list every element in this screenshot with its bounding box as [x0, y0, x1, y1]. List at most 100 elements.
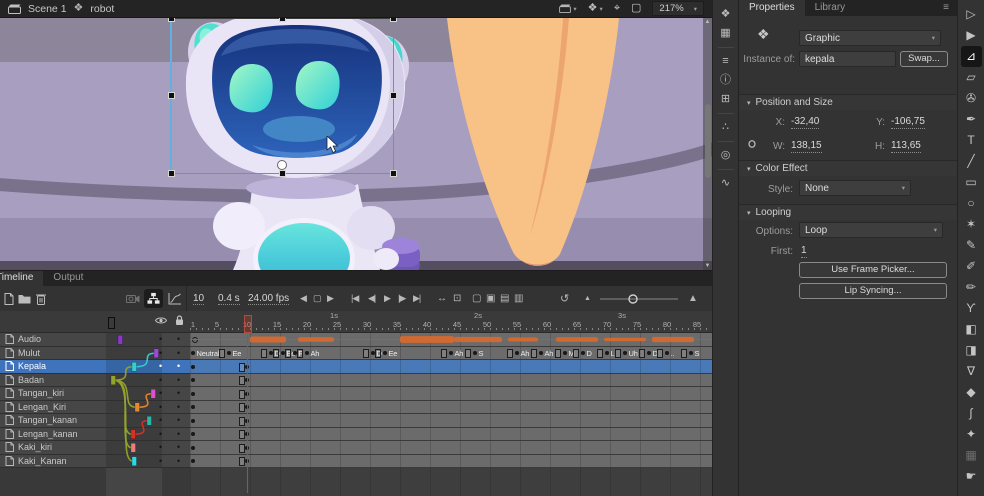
- symbol-behavior-select[interactable]: Graphic▾: [799, 30, 941, 46]
- loop-options-select[interactable]: Loop▾: [799, 222, 943, 238]
- delete-layer-icon[interactable]: [36, 286, 46, 311]
- layer-row-Lengan_Kiri[interactable]: Lengan_Kiri••: [0, 401, 190, 415]
- x-value[interactable]: -32,40: [791, 116, 819, 129]
- go-last-frame-icon[interactable]: ▶|: [413, 286, 420, 311]
- selection-handle[interactable]: [169, 93, 174, 98]
- pencil-tool[interactable]: ✎: [961, 235, 982, 256]
- instance-name-field[interactable]: kepala: [799, 51, 896, 67]
- phoneme-keyframe[interactable]: [191, 351, 195, 355]
- phoneme-keyframe[interactable]: [473, 351, 477, 355]
- layer-lock-dot[interactable]: •: [177, 361, 180, 371]
- scene-name[interactable]: Scene 1: [28, 3, 67, 15]
- phoneme-end-frame[interactable]: [273, 349, 279, 358]
- gradient-transform-tool[interactable]: ▱: [961, 67, 982, 88]
- section-looping[interactable]: ▾Looping: [739, 204, 958, 220]
- zoom-control[interactable]: 217%▾: [652, 1, 704, 16]
- clip-content-icon[interactable]: ▢: [631, 3, 641, 14]
- style-select[interactable]: None▾: [799, 180, 911, 196]
- tab-library[interactable]: Library: [805, 0, 856, 16]
- layer-visibility-dot[interactable]: •: [159, 348, 162, 358]
- phoneme-keyframe[interactable]: [227, 351, 231, 355]
- ink-bottle-tool[interactable]: ◨: [961, 340, 982, 361]
- center-playhead-icon[interactable]: ↔: [437, 286, 447, 311]
- new-folder-icon[interactable]: [18, 286, 31, 311]
- phoneme-end-frame[interactable]: [297, 349, 303, 358]
- step-forward-icon[interactable]: ▶: [327, 286, 334, 311]
- layer-row-Kaki_kiri[interactable]: Kaki_kiri••: [0, 441, 190, 455]
- phoneme-keyframe[interactable]: [563, 351, 567, 355]
- keyframe[interactable]: [191, 419, 195, 423]
- camera-icon[interactable]: [126, 286, 140, 311]
- prev-keyframe-icon[interactable]: ◀|: [368, 286, 375, 311]
- hand-tool[interactable]: ☛: [961, 466, 982, 487]
- phoneme-keyframe[interactable]: [689, 351, 693, 355]
- onion-outline-icon[interactable]: ▣: [486, 286, 495, 311]
- selection-handle[interactable]: [280, 18, 285, 21]
- zoom-out-icon[interactable]: ▲: [584, 286, 591, 311]
- next-keyframe-icon[interactable]: |▶: [398, 286, 405, 311]
- info-icon[interactable]: ⓘ: [714, 71, 738, 90]
- phoneme-keyframe[interactable]: [515, 351, 519, 355]
- layer-row-Tangan_kiri[interactable]: Tangan_kiri••: [0, 387, 190, 401]
- modify-markers-icon[interactable]: ▥: [514, 286, 523, 311]
- selection-tool[interactable]: ▷: [961, 4, 982, 25]
- phoneme-keyframe[interactable]: [665, 351, 669, 355]
- swatches-icon[interactable]: ❖: [714, 5, 738, 24]
- eraser-tool[interactable]: ◆: [961, 382, 982, 403]
- selection-handle[interactable]: [391, 171, 396, 176]
- section-color-effect[interactable]: ▾Color Effect: [739, 160, 958, 176]
- new-layer-icon[interactable]: [4, 286, 14, 311]
- phoneme-end-frame[interactable]: [507, 349, 513, 358]
- phoneme-end-frame[interactable]: [219, 349, 225, 358]
- phoneme-keyframe[interactable]: [647, 351, 651, 355]
- layer-lock-dot[interactable]: •: [177, 334, 180, 344]
- use-frame-picker-button[interactable]: Use Frame Picker...: [799, 262, 947, 278]
- section-position-size[interactable]: ▾Position and Size: [739, 94, 958, 110]
- edit-multiple-frames-icon[interactable]: ▤: [500, 286, 509, 311]
- motion-graph-icon[interactable]: ∿: [714, 174, 738, 193]
- frames-row-Lengan_Kiri[interactable]: [190, 401, 712, 415]
- phoneme-end-frame[interactable]: [573, 349, 579, 358]
- timeline-zoom-slider[interactable]: [600, 286, 678, 311]
- reset-zoom-icon[interactable]: ↺: [560, 286, 569, 311]
- phoneme-keyframe[interactable]: [305, 351, 309, 355]
- keyframe[interactable]: [191, 378, 195, 382]
- frames-row-Kepala[interactable]: [190, 360, 712, 374]
- oval-tool[interactable]: ○: [961, 193, 982, 214]
- selection-handle[interactable]: [391, 93, 396, 98]
- selection-handle[interactable]: [391, 18, 396, 21]
- edit-symbols-icon[interactable]: ❖▾: [588, 3, 603, 14]
- parenting-view-icon[interactable]: [144, 289, 163, 308]
- current-frame[interactable]: 10: [193, 292, 204, 305]
- layer-lock-dot[interactable]: •: [177, 456, 180, 466]
- text-tool[interactable]: T: [961, 130, 982, 151]
- swap-button[interactable]: Swap...: [900, 51, 948, 67]
- phoneme-end-frame[interactable]: [597, 349, 603, 358]
- phoneme-end-frame[interactable]: [375, 349, 381, 358]
- polystar-tool[interactable]: ✶: [961, 214, 982, 235]
- lock-icon[interactable]: [175, 315, 184, 326]
- phoneme-keyframe[interactable]: [539, 351, 543, 355]
- layer-lock-dot[interactable]: •: [177, 375, 180, 385]
- free-transform-tool[interactable]: ⊿: [961, 46, 982, 67]
- keyframe[interactable]: [191, 365, 195, 369]
- layer-visibility-dot[interactable]: •: [159, 334, 162, 344]
- panels-icon[interactable]: ▦: [714, 24, 738, 43]
- layer-row-Kepala[interactable]: Kepala••: [0, 360, 190, 374]
- frame-rate[interactable]: 24.00 fps: [248, 292, 289, 305]
- tab-timeline[interactable]: Timeline: [0, 271, 43, 286]
- edit-scene-icon[interactable]: ▾: [559, 4, 576, 13]
- phoneme-end-frame[interactable]: [363, 349, 369, 358]
- phoneme-keyframe[interactable]: [623, 351, 627, 355]
- layer-visibility-dot[interactable]: •: [159, 442, 162, 452]
- layer-row-Badan[interactable]: Badan••: [0, 374, 190, 388]
- scene-clapper-icon[interactable]: [8, 4, 21, 14]
- playhead-marker[interactable]: [244, 315, 252, 333]
- classic-brush-tool[interactable]: ✏: [961, 277, 982, 298]
- end-frame[interactable]: [239, 444, 245, 453]
- frames-row-Kaki_kiri[interactable]: [190, 441, 712, 455]
- layer-visibility-dot[interactable]: •: [159, 375, 162, 385]
- frames-row-Mulut[interactable]: NeutralEeDEeFAhDEeAhSAhAhMDLUhD..S: [190, 347, 712, 361]
- tab-output[interactable]: Output: [43, 271, 93, 286]
- phoneme-end-frame[interactable]: [681, 349, 687, 358]
